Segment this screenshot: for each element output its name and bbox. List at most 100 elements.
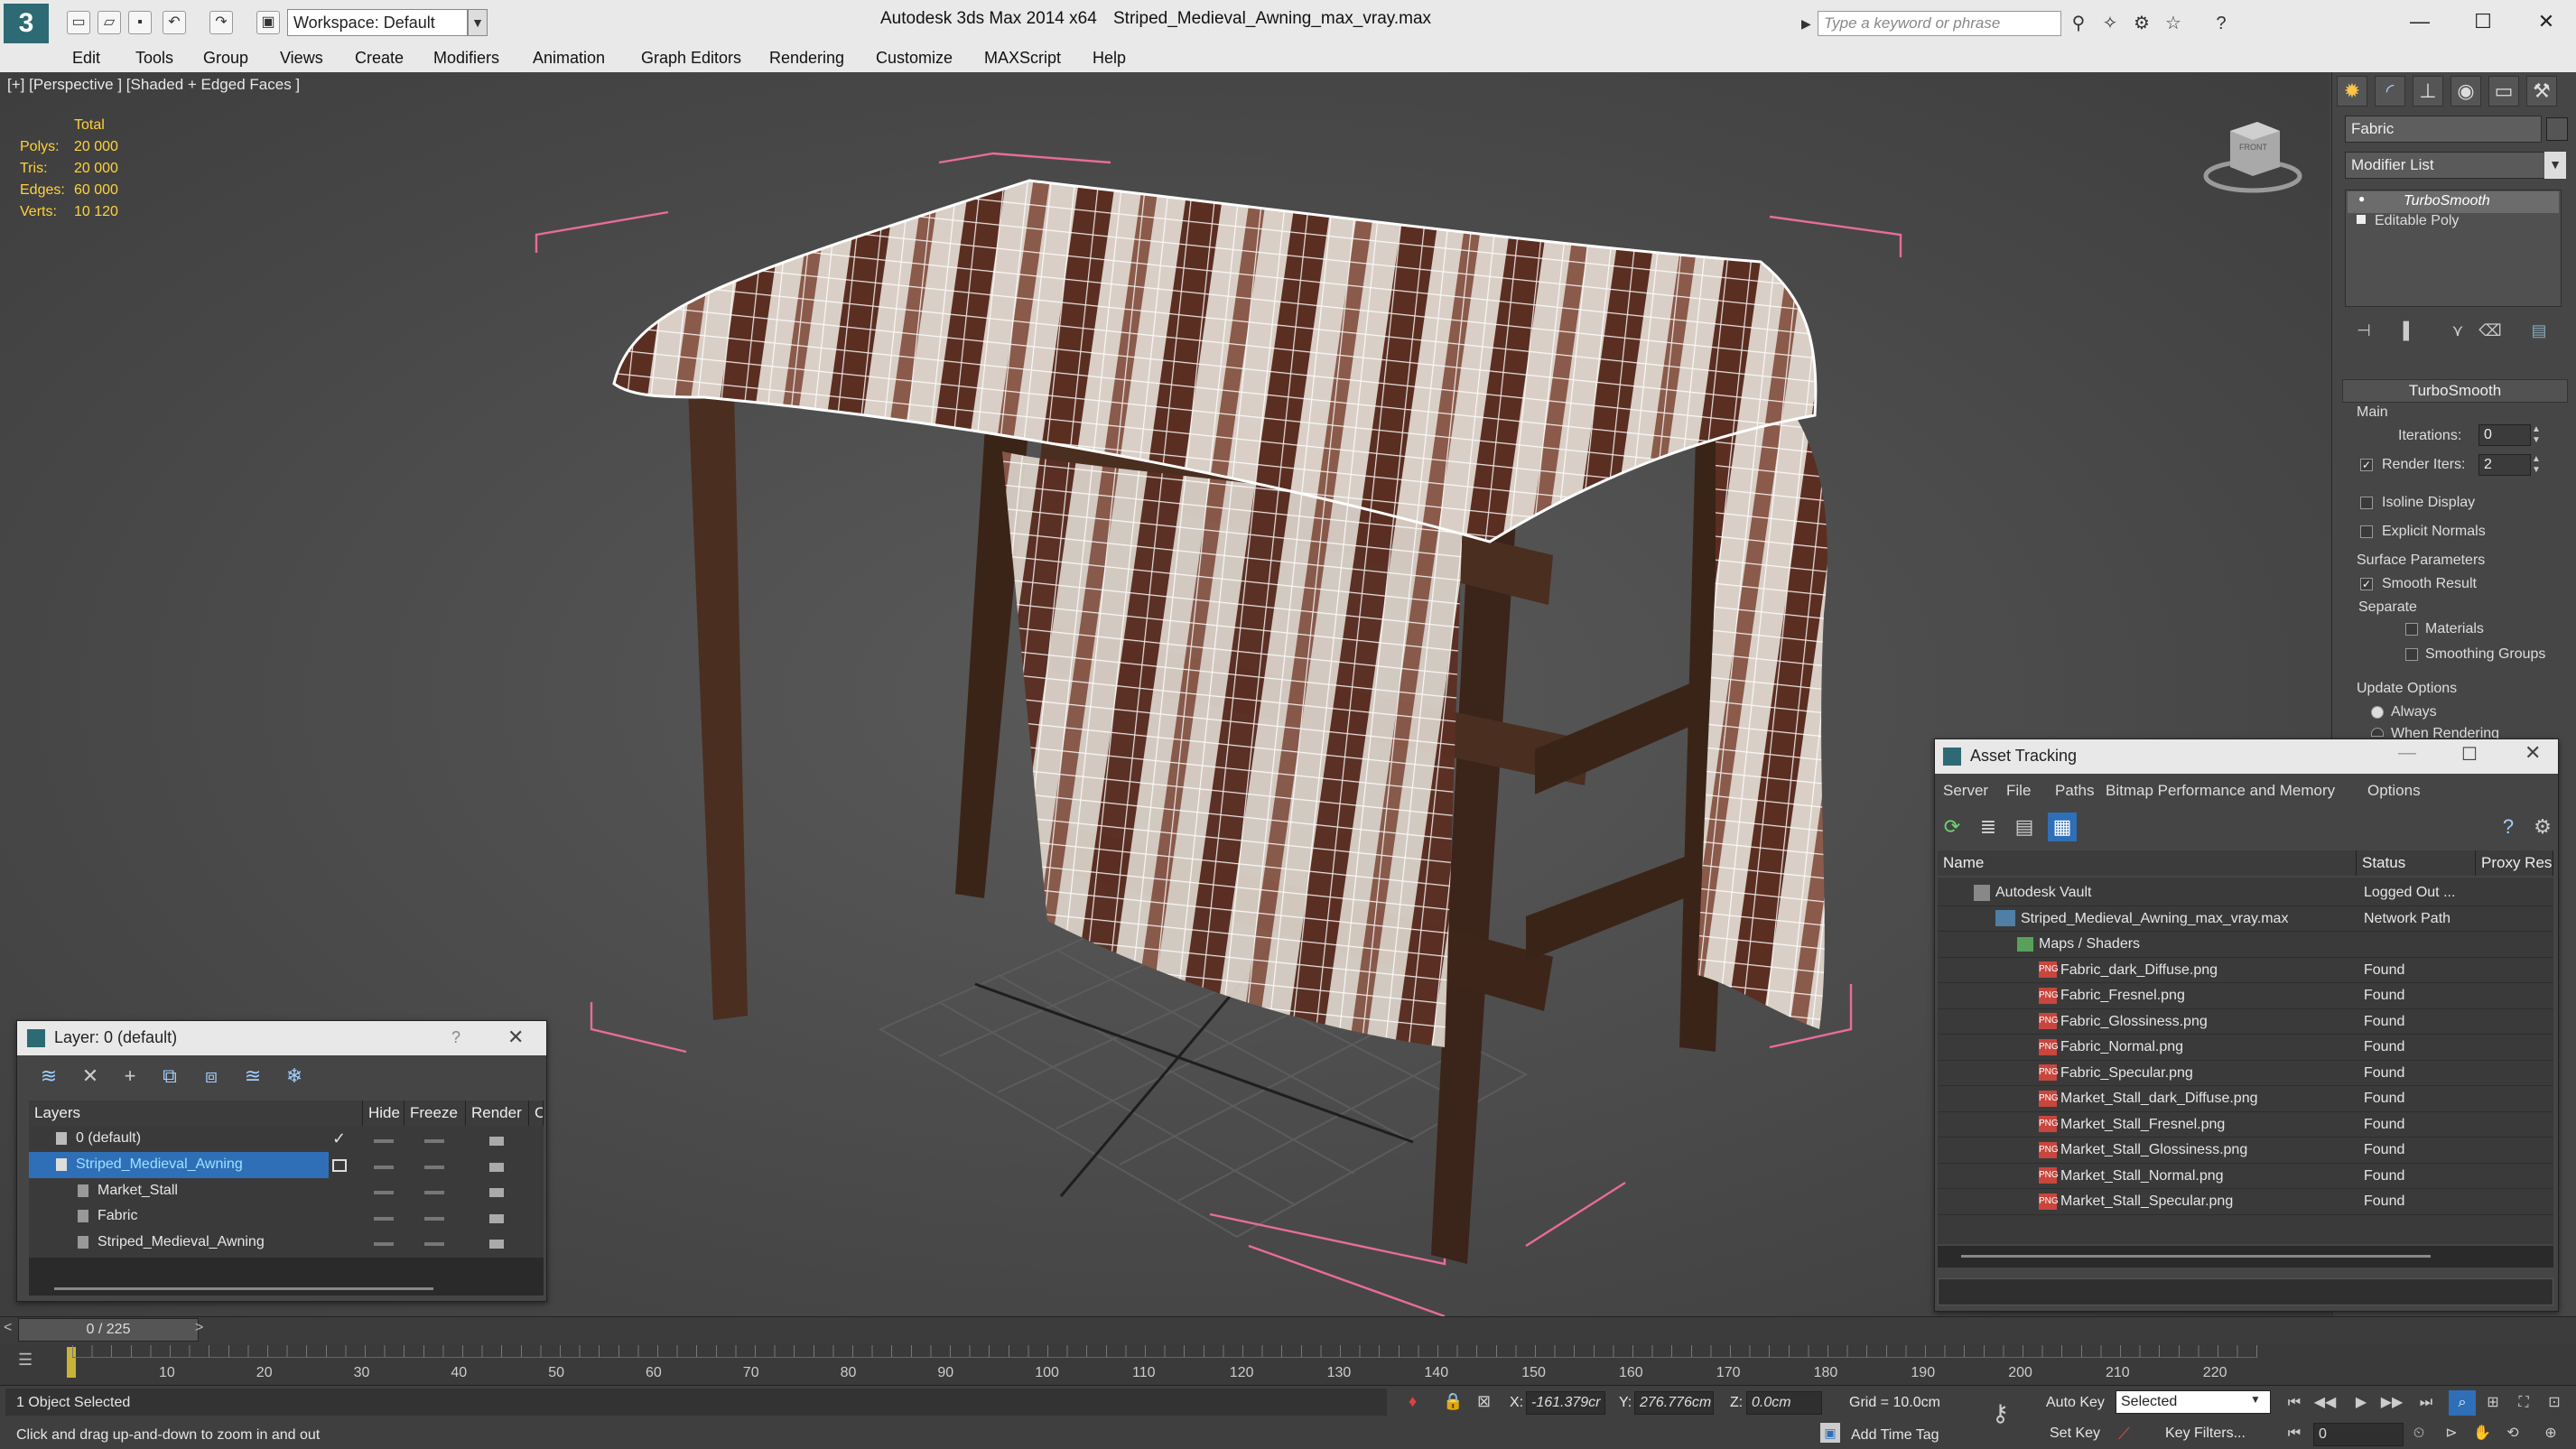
goto-end-icon[interactable]: ⏭	[2413, 1390, 2440, 1416]
modifier-list-dropdown[interactable]: Modifier List	[2345, 152, 2545, 179]
prev-frame-icon[interactable]: <	[4, 1320, 12, 1336]
communication-icon[interactable]: ⚙	[2131, 13, 2153, 34]
menu-modifiers[interactable]: Modifiers	[433, 49, 499, 68]
delete-icon[interactable]: ✕	[76, 1062, 105, 1091]
explicit-normals-checkbox[interactable]	[2360, 525, 2373, 538]
maximize-viewport-icon[interactable]: ⊕	[2537, 1421, 2564, 1446]
add-icon[interactable]: +	[116, 1062, 144, 1091]
menu-help[interactable]: Help	[1093, 49, 1126, 68]
hierarchy-tab-icon[interactable]: ⊥	[2413, 76, 2443, 107]
always-radio[interactable]	[2371, 706, 2384, 719]
chevron-down-icon[interactable]: ▼	[468, 9, 488, 36]
current-layer-check-icon[interactable]: ✓	[332, 1129, 346, 1148]
next-frame-icon[interactable]: >	[195, 1320, 203, 1336]
maximize-icon[interactable]: ☐	[2465, 7, 2501, 36]
key-filters-button[interactable]: Key Filters...	[2165, 1426, 2246, 1442]
render-iters-spinner[interactable]: 2	[2478, 454, 2531, 476]
menu-graph-editors[interactable]: Graph Editors	[641, 49, 741, 68]
viewport-label[interactable]: [+] [Perspective ] [Shaded + Edged Faces…	[7, 76, 300, 94]
isolate-pin-icon[interactable]: ♦	[1409, 1392, 1417, 1411]
field-of-view-icon[interactable]: ⊳	[2438, 1421, 2465, 1446]
render-teapot-icons[interactable]	[489, 1137, 504, 1146]
favorites-star-icon[interactable]: ☆	[2162, 13, 2184, 34]
hide-toggle-icons[interactable]	[374, 1139, 394, 1143]
render-column-header[interactable]: Render	[466, 1101, 529, 1126]
turbosmooth-rollout-header[interactable]: TurboSmooth	[2342, 379, 2568, 403]
menu-tools[interactable]: Tools	[135, 49, 173, 68]
select-objects-icon[interactable]: ⧉	[155, 1062, 184, 1091]
utilities-tab-icon[interactable]: ⚒	[2526, 76, 2557, 107]
menu-rendering[interactable]: Rendering	[769, 49, 844, 68]
make-current-icon[interactable]	[332, 1159, 347, 1172]
iterations-spinner[interactable]: 0	[2478, 424, 2531, 446]
zoom-icon[interactable]: ⌕	[2449, 1390, 2476, 1416]
freeze-all-icon[interactable]: ❄	[280, 1062, 309, 1091]
time-tag-icon[interactable]: ▣	[1820, 1423, 1840, 1443]
key-mode-icon[interactable]: ⏮	[2281, 1421, 2308, 1446]
goto-start-icon[interactable]: ⏮	[2281, 1390, 2308, 1416]
proxy-column-header[interactable]: Proxy Reso	[2476, 850, 2553, 876]
close-icon[interactable]: ✕	[507, 1026, 524, 1049]
save-file-icon[interactable]: ▪	[128, 11, 152, 34]
lightbulb-icon[interactable]: ●	[2358, 192, 2365, 205]
layers-icon[interactable]: ≋	[34, 1062, 63, 1091]
stack-item-turbosmooth[interactable]: TurboSmooth	[2404, 193, 2490, 209]
modify-tab-icon[interactable]: ◜	[2375, 76, 2405, 107]
help-icon[interactable]: ?	[451, 1028, 460, 1047]
minimize-icon[interactable]: —	[2402, 7, 2438, 36]
menu-maxscript[interactable]: MAXScript	[984, 49, 1061, 68]
expand-icon[interactable]	[2357, 215, 2366, 224]
key-icon[interactable]: ⚷	[1992, 1399, 2009, 1427]
asset-menu-server[interactable]: Server	[1943, 782, 1988, 800]
object-name-field[interactable]: Fabric	[2345, 116, 2542, 143]
asset-horizontal-scrollbar[interactable]	[1961, 1255, 2431, 1258]
table-view-icon[interactable]: ▦	[2048, 813, 2077, 841]
smooth-result-checkbox[interactable]: ✓	[2360, 578, 2373, 590]
highlight-icon[interactable]: ⧈	[197, 1062, 226, 1091]
menu-create[interactable]: Create	[355, 49, 404, 68]
freeze-column-header[interactable]: Freeze	[405, 1101, 466, 1126]
hide-column-header[interactable]: Hide	[363, 1101, 405, 1126]
layers-column-header[interactable]: Layers	[29, 1101, 363, 1126]
menu-group[interactable]: Group	[203, 49, 248, 68]
asset-menu-paths[interactable]: Paths	[2055, 782, 2094, 800]
redo-icon[interactable]: ↷	[209, 11, 233, 34]
maximize-icon[interactable]: ☐	[2461, 743, 2478, 766]
current-frame-field[interactable]: 0	[2313, 1423, 2404, 1446]
render-iters-checkbox[interactable]: ✓	[2360, 459, 2373, 471]
binoculars-icon[interactable]: ⚲	[2068, 13, 2089, 34]
viewcube-front-label[interactable]: FRONT	[2239, 143, 2267, 152]
time-slider[interactable]: 0 / 225	[18, 1318, 199, 1342]
subscription-icon[interactable]: ✧	[2099, 13, 2121, 34]
show-end-result-icon[interactable]: ▌	[2395, 316, 2423, 345]
list-view-icon[interactable]: ≣	[1974, 813, 2003, 841]
hide-all-icon[interactable]: ≊	[238, 1062, 267, 1091]
when-rendering-radio[interactable]	[2371, 728, 2384, 737]
pan-icon[interactable]: ✋	[2469, 1421, 2496, 1446]
add-time-tag-button[interactable]: Add Time Tag	[1851, 1427, 1939, 1444]
stack-item-editable-poly[interactable]: Editable Poly	[2375, 213, 2459, 229]
layer-name[interactable]: Striped_Medieval_Awning	[76, 1152, 243, 1178]
layer-name[interactable]: 0 (default)	[76, 1126, 141, 1152]
x-coordinate-field[interactable]: -161.379cr	[1526, 1391, 1605, 1415]
chevron-down-icon[interactable]: ▼	[2544, 152, 2566, 179]
freeze-toggle-icons[interactable]	[424, 1139, 444, 1143]
display-tab-icon[interactable]: ▭	[2488, 76, 2519, 107]
open-file-icon[interactable]: ▱	[98, 11, 121, 34]
menu-customize[interactable]: Customize	[876, 49, 953, 68]
spinner-arrows-icon[interactable]: ▲ ▼	[2532, 454, 2544, 476]
curve-editor-icon[interactable]: ☰	[18, 1351, 33, 1370]
asset-menu-options[interactable]: Options	[2367, 782, 2421, 800]
zoom-all-icon[interactable]: ⊞	[2479, 1390, 2506, 1416]
menu-views[interactable]: Views	[280, 49, 323, 68]
close-icon[interactable]: ✕	[2528, 7, 2564, 36]
pin-stack-icon[interactable]: ⊣	[2349, 316, 2378, 345]
help-icon[interactable]: ?	[2210, 13, 2232, 34]
name-column-header[interactable]: Name	[1938, 850, 2357, 876]
detail-view-icon[interactable]: ▤	[2010, 813, 2039, 841]
materials-checkbox[interactable]	[2405, 623, 2418, 636]
minimize-icon[interactable]: —	[2398, 743, 2416, 764]
menu-edit[interactable]: Edit	[72, 49, 100, 68]
play-icon[interactable]: ▶	[2348, 1390, 2375, 1416]
spinner-arrows-icon[interactable]: ▲ ▼	[2532, 424, 2544, 446]
